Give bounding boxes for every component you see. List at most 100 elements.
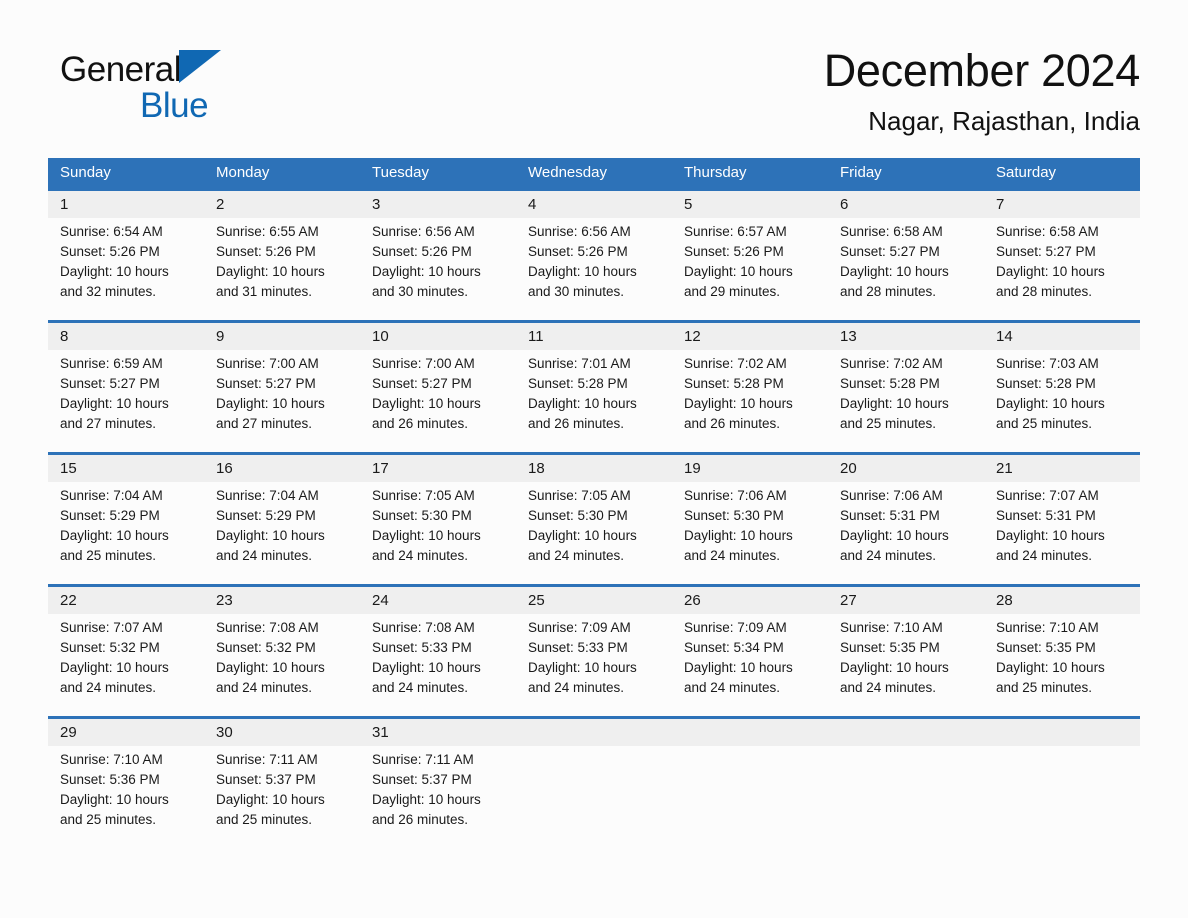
- day-details: Sunrise: 7:10 AM Sunset: 5:36 PM Dayligh…: [60, 750, 192, 830]
- day-cell[interactable]: 2 Sunrise: 6:55 AM Sunset: 5:26 PM Dayli…: [204, 191, 360, 320]
- day-number: 14: [996, 328, 1013, 345]
- day-details: Sunrise: 7:03 AM Sunset: 5:28 PM Dayligh…: [996, 354, 1128, 434]
- sunrise-text: Sunrise: 7:04 AM: [216, 488, 319, 503]
- day-number: 9: [216, 328, 225, 345]
- day-cell[interactable]: 25 Sunrise: 7:09 AM Sunset: 5:33 PM Dayl…: [516, 587, 672, 716]
- week-row: 1 Sunrise: 6:54 AM Sunset: 5:26 PM Dayli…: [48, 188, 1140, 320]
- day-number: 16: [216, 460, 233, 477]
- day-cell[interactable]: 27 Sunrise: 7:10 AM Sunset: 5:35 PM Dayl…: [828, 587, 984, 716]
- day-cell[interactable]: 3 Sunrise: 6:56 AM Sunset: 5:26 PM Dayli…: [360, 191, 516, 320]
- sunrise-text: Sunrise: 7:08 AM: [216, 620, 319, 635]
- day-details: Sunrise: 7:01 AM Sunset: 5:28 PM Dayligh…: [528, 354, 660, 434]
- daylight-text: Daylight: 10 hours and 26 minutes.: [684, 396, 793, 431]
- sunset-text: Sunset: 5:37 PM: [216, 772, 316, 787]
- sunset-text: Sunset: 5:27 PM: [60, 376, 160, 391]
- daylight-text: Daylight: 10 hours and 24 minutes.: [528, 660, 637, 695]
- title-block: December 2024 Nagar, Rajasthan, India: [824, 44, 1141, 138]
- day-cell[interactable]: 29 Sunrise: 7:10 AM Sunset: 5:36 PM Dayl…: [48, 719, 204, 848]
- sunrise-text: Sunrise: 6:54 AM: [60, 224, 163, 239]
- general-blue-logo[interactable]: General Blue: [60, 50, 320, 140]
- day-number: 29: [60, 724, 77, 741]
- day-cell[interactable]: 5 Sunrise: 6:57 AM Sunset: 5:26 PM Dayli…: [672, 191, 828, 320]
- daylight-text: Daylight: 10 hours and 24 minutes.: [840, 660, 949, 695]
- sunset-text: Sunset: 5:30 PM: [372, 508, 472, 523]
- daylight-text: Daylight: 10 hours and 24 minutes.: [996, 528, 1105, 563]
- weekday-monday: Monday: [216, 164, 270, 181]
- day-cell[interactable]: 17 Sunrise: 7:05 AM Sunset: 5:30 PM Dayl…: [360, 455, 516, 584]
- day-number: 7: [996, 196, 1005, 213]
- day-cell[interactable]: 18 Sunrise: 7:05 AM Sunset: 5:30 PM Dayl…: [516, 455, 672, 584]
- day-number: 15: [60, 460, 77, 477]
- day-cell[interactable]: 28 Sunrise: 7:10 AM Sunset: 5:35 PM Dayl…: [984, 587, 1140, 716]
- sunrise-text: Sunrise: 7:04 AM: [60, 488, 163, 503]
- sunrise-text: Sunrise: 7:10 AM: [840, 620, 943, 635]
- sunset-text: Sunset: 5:32 PM: [60, 640, 160, 655]
- day-number: 3: [372, 196, 381, 213]
- day-number: 31: [372, 724, 389, 741]
- day-number: 25: [528, 592, 545, 609]
- daylight-text: Daylight: 10 hours and 27 minutes.: [60, 396, 169, 431]
- sunrise-text: Sunrise: 7:00 AM: [372, 356, 475, 371]
- sunset-text: Sunset: 5:28 PM: [996, 376, 1096, 391]
- sunrise-text: Sunrise: 7:05 AM: [372, 488, 475, 503]
- sunrise-text: Sunrise: 7:10 AM: [996, 620, 1099, 635]
- daylight-text: Daylight: 10 hours and 24 minutes.: [216, 528, 325, 563]
- sunrise-text: Sunrise: 7:02 AM: [840, 356, 943, 371]
- day-cell[interactable]: 4 Sunrise: 6:56 AM Sunset: 5:26 PM Dayli…: [516, 191, 672, 320]
- day-cell[interactable]: 21 Sunrise: 7:07 AM Sunset: 5:31 PM Dayl…: [984, 455, 1140, 584]
- daylight-text: Daylight: 10 hours and 28 minutes.: [996, 264, 1105, 299]
- daylight-text: Daylight: 10 hours and 28 minutes.: [840, 264, 949, 299]
- day-cell[interactable]: 20 Sunrise: 7:06 AM Sunset: 5:31 PM Dayl…: [828, 455, 984, 584]
- day-cell[interactable]: 31 Sunrise: 7:11 AM Sunset: 5:37 PM Dayl…: [360, 719, 516, 848]
- weekday-wednesday: Wednesday: [528, 164, 607, 181]
- day-cell[interactable]: 24 Sunrise: 7:08 AM Sunset: 5:33 PM Dayl…: [360, 587, 516, 716]
- day-cell[interactable]: 10 Sunrise: 7:00 AM Sunset: 5:27 PM Dayl…: [360, 323, 516, 452]
- day-details: Sunrise: 7:00 AM Sunset: 5:27 PM Dayligh…: [372, 354, 504, 434]
- sunrise-text: Sunrise: 6:58 AM: [996, 224, 1099, 239]
- day-cell[interactable]: 13 Sunrise: 7:02 AM Sunset: 5:28 PM Dayl…: [828, 323, 984, 452]
- day-cell[interactable]: 14 Sunrise: 7:03 AM Sunset: 5:28 PM Dayl…: [984, 323, 1140, 452]
- sunset-text: Sunset: 5:37 PM: [372, 772, 472, 787]
- page-header: General Blue December 2024 Nagar, Rajast…: [48, 44, 1140, 148]
- day-cell[interactable]: 8 Sunrise: 6:59 AM Sunset: 5:27 PM Dayli…: [48, 323, 204, 452]
- daylight-text: Daylight: 10 hours and 24 minutes.: [528, 528, 637, 563]
- day-cell[interactable]: 16 Sunrise: 7:04 AM Sunset: 5:29 PM Dayl…: [204, 455, 360, 584]
- day-cell[interactable]: 26 Sunrise: 7:09 AM Sunset: 5:34 PM Dayl…: [672, 587, 828, 716]
- day-cell[interactable]: 23 Sunrise: 7:08 AM Sunset: 5:32 PM Dayl…: [204, 587, 360, 716]
- day-cell[interactable]: 7 Sunrise: 6:58 AM Sunset: 5:27 PM Dayli…: [984, 191, 1140, 320]
- week-row: 22 Sunrise: 7:07 AM Sunset: 5:32 PM Dayl…: [48, 584, 1140, 716]
- day-cell[interactable]: 9 Sunrise: 7:00 AM Sunset: 5:27 PM Dayli…: [204, 323, 360, 452]
- sunset-text: Sunset: 5:26 PM: [684, 244, 784, 259]
- day-number: 5: [684, 196, 693, 213]
- day-cell[interactable]: 30 Sunrise: 7:11 AM Sunset: 5:37 PM Dayl…: [204, 719, 360, 848]
- sunrise-text: Sunrise: 7:02 AM: [684, 356, 787, 371]
- calendar-table: Sunday Monday Tuesday Wednesday Thursday…: [48, 158, 1140, 848]
- day-number: 13: [840, 328, 857, 345]
- day-details: Sunrise: 7:08 AM Sunset: 5:33 PM Dayligh…: [372, 618, 504, 698]
- sunrise-text: Sunrise: 7:06 AM: [684, 488, 787, 503]
- sunrise-text: Sunrise: 6:56 AM: [528, 224, 631, 239]
- day-cell[interactable]: 1 Sunrise: 6:54 AM Sunset: 5:26 PM Dayli…: [48, 191, 204, 320]
- day-cell[interactable]: 6 Sunrise: 6:58 AM Sunset: 5:27 PM Dayli…: [828, 191, 984, 320]
- sunset-text: Sunset: 5:35 PM: [840, 640, 940, 655]
- daylight-text: Daylight: 10 hours and 27 minutes.: [216, 396, 325, 431]
- daylight-text: Daylight: 10 hours and 30 minutes.: [372, 264, 481, 299]
- day-cell[interactable]: 22 Sunrise: 7:07 AM Sunset: 5:32 PM Dayl…: [48, 587, 204, 716]
- sunrise-text: Sunrise: 7:08 AM: [372, 620, 475, 635]
- sunrise-text: Sunrise: 7:09 AM: [528, 620, 631, 635]
- day-details: Sunrise: 7:07 AM Sunset: 5:32 PM Dayligh…: [60, 618, 192, 698]
- day-cell[interactable]: 11 Sunrise: 7:01 AM Sunset: 5:28 PM Dayl…: [516, 323, 672, 452]
- daylight-text: Daylight: 10 hours and 25 minutes.: [840, 396, 949, 431]
- sunrise-text: Sunrise: 7:01 AM: [528, 356, 631, 371]
- day-details: Sunrise: 6:56 AM Sunset: 5:26 PM Dayligh…: [528, 222, 660, 302]
- day-number: 27: [840, 592, 857, 609]
- day-cell[interactable]: 19 Sunrise: 7:06 AM Sunset: 5:30 PM Dayl…: [672, 455, 828, 584]
- day-cell[interactable]: 12 Sunrise: 7:02 AM Sunset: 5:28 PM Dayl…: [672, 323, 828, 452]
- day-details: Sunrise: 7:05 AM Sunset: 5:30 PM Dayligh…: [528, 486, 660, 566]
- day-number: 21: [996, 460, 1013, 477]
- day-number: 4: [528, 196, 537, 213]
- sunset-text: Sunset: 5:28 PM: [684, 376, 784, 391]
- daylight-text: Daylight: 10 hours and 25 minutes.: [996, 396, 1105, 431]
- sunrise-text: Sunrise: 7:00 AM: [216, 356, 319, 371]
- day-cell[interactable]: 15 Sunrise: 7:04 AM Sunset: 5:29 PM Dayl…: [48, 455, 204, 584]
